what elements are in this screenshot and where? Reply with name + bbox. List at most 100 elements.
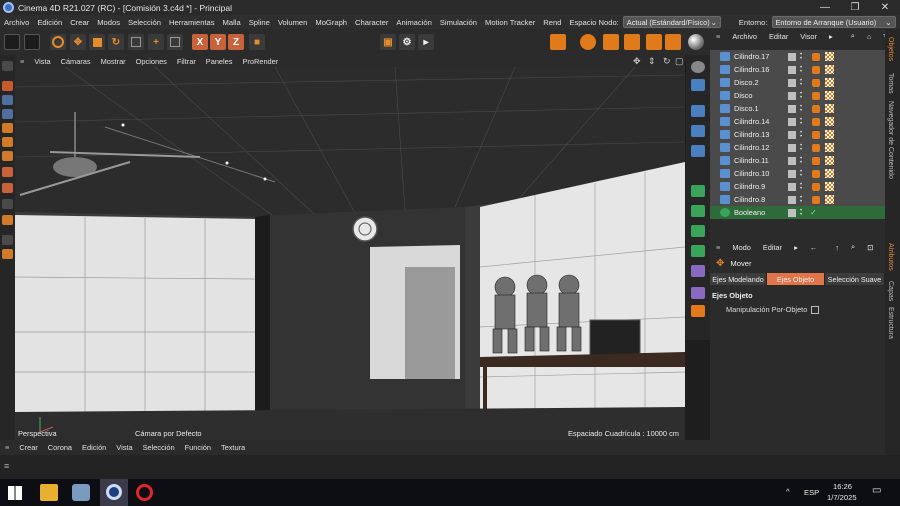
notification-icon[interactable]: ▭	[872, 485, 881, 496]
z-axis-button[interactable]: Z	[228, 34, 244, 50]
lock-icon[interactable]: ⊡	[861, 243, 879, 252]
visibility-icon[interactable]	[788, 52, 796, 61]
material-menu-crear[interactable]: Crear	[14, 443, 42, 452]
visibility-icon[interactable]	[788, 169, 796, 178]
layer-dots-icon[interactable]: • •	[800, 182, 806, 192]
menu-animacion[interactable]: Animación	[392, 18, 435, 27]
world-coordinates-icon[interactable]: ■	[249, 34, 265, 50]
material-tag-icon[interactable]	[812, 91, 820, 100]
menu-archivo[interactable]: Archivo	[0, 18, 33, 27]
visibility-icon[interactable]	[788, 143, 796, 152]
tweak-mode-icon[interactable]	[2, 183, 13, 193]
layer-dots-icon[interactable]: • •	[800, 156, 806, 166]
menu-spline[interactable]: Spline	[245, 18, 274, 27]
material-tag-icon[interactable]	[812, 65, 820, 74]
material-menu-funcion[interactable]: Función	[180, 443, 216, 452]
cube-object-icon[interactable]	[550, 34, 566, 50]
subdivision-icon[interactable]	[580, 34, 596, 50]
visibility-icon[interactable]	[788, 78, 796, 87]
tab-atributos[interactable]: Atributos	[887, 243, 894, 271]
viewport-move-icon[interactable]: ✥	[633, 56, 641, 67]
arrow-right-icon[interactable]: ▸	[823, 32, 839, 41]
home-icon[interactable]: ⌂	[861, 32, 877, 41]
menu-render[interactable]: Rend	[539, 18, 565, 27]
grid-icon[interactable]	[691, 125, 705, 137]
layer-dots-icon[interactable]: • •	[800, 78, 806, 88]
viewport-menu-mostrar[interactable]: Mostrar	[96, 57, 131, 66]
per-object-manipulation-checkbox[interactable]	[811, 305, 820, 314]
clock-time[interactable]: 16:26	[833, 482, 852, 491]
opera-icon[interactable]	[136, 484, 153, 501]
tab-seleccion-suave[interactable]: Selección Suave	[825, 273, 885, 285]
render-view-icon[interactable]: ▣	[380, 34, 396, 50]
null-object-icon[interactable]	[691, 79, 705, 91]
paint-icon[interactable]	[72, 484, 90, 501]
visibility-icon[interactable]	[788, 195, 796, 204]
checker-tag-icon[interactable]	[825, 169, 834, 178]
menu-motion-tracker[interactable]: Motion Tracker	[481, 18, 539, 27]
viewport-menu-vista[interactable]: Vista	[29, 57, 55, 66]
tab-navegador-contenido[interactable]: Navegador de Contenido	[887, 101, 894, 179]
workplane-icon[interactable]	[2, 109, 13, 119]
object-row[interactable]: Disco.2 • •	[710, 76, 885, 89]
object-menu-archivo[interactable]: Archivo	[726, 32, 763, 41]
3d-viewport[interactable]: Perspectiva Cámara por Defecto Espaciado…	[15, 67, 685, 440]
edges-mode-icon[interactable]	[2, 137, 13, 147]
object-row[interactable]: Cilindro.16 • •	[710, 63, 885, 76]
search-icon[interactable]: ⌕	[845, 242, 861, 252]
menu-mograph[interactable]: MoGraph	[311, 18, 351, 27]
material-menu-corona[interactable]: Corona	[43, 443, 77, 452]
sky-icon[interactable]	[646, 34, 662, 50]
material-tag-icon[interactable]	[812, 156, 820, 165]
object-menu-visor[interactable]: Visor	[794, 32, 823, 41]
checker-tag-icon[interactable]	[825, 195, 834, 204]
cloner-icon[interactable]	[691, 245, 705, 257]
object-menu-editar[interactable]: Editar	[763, 32, 794, 41]
viewport-menu-opciones[interactable]: Opciones	[131, 57, 172, 66]
model-mode-icon[interactable]	[2, 81, 13, 91]
environment-select[interactable]: Entorno de Arranque (Usuario) ⌄	[771, 16, 896, 28]
object-row[interactable]: Disco • •	[710, 89, 885, 102]
layer-dots-icon[interactable]: • •	[800, 169, 806, 179]
visibility-icon[interactable]	[788, 104, 796, 113]
material-tag-icon[interactable]	[812, 195, 820, 204]
material-tag-icon[interactable]	[812, 182, 820, 191]
material-menu-seleccion[interactable]: Selección	[138, 443, 180, 452]
material-menu-textura[interactable]: Textura	[216, 443, 250, 452]
object-row[interactable]: Cilindro.9 • •	[710, 180, 885, 193]
tab-ejes-objeto[interactable]: Ejes Objeto	[767, 273, 825, 285]
layer-dots-icon[interactable]: • •	[800, 208, 806, 218]
axis-mode-icon[interactable]	[2, 167, 13, 177]
polygons-mode-icon[interactable]	[2, 151, 13, 161]
checker-tag-icon[interactable]	[825, 52, 834, 61]
menu-edicion[interactable]: Edición	[33, 18, 66, 27]
checker-tag-icon[interactable]	[825, 65, 834, 74]
material-tag-icon[interactable]	[812, 104, 820, 113]
deformer-object-icon[interactable]	[691, 265, 705, 277]
menu-seleccion[interactable]: Selección	[124, 18, 165, 27]
arrow-right-icon[interactable]: ▸	[788, 243, 804, 252]
menu-volumen[interactable]: Volumen	[274, 18, 312, 27]
object-row[interactable]: Cilindro.13 • •	[710, 128, 885, 141]
move-icon[interactable]: ✥	[70, 34, 86, 50]
layer-dots-icon[interactable]: • •	[800, 117, 806, 127]
rotate-icon[interactable]: ↻	[108, 34, 124, 50]
light-icon[interactable]	[624, 34, 640, 50]
material-menu-vista[interactable]: Vista	[111, 443, 137, 452]
layer-dots-icon[interactable]: • •	[800, 130, 806, 140]
material-tag-icon[interactable]	[812, 143, 820, 152]
symmetry-object-icon[interactable]	[691, 225, 705, 237]
layer-dots-icon[interactable]: • •	[800, 195, 806, 205]
menu-malla[interactable]: Malla	[219, 18, 245, 27]
snap-icon[interactable]	[2, 215, 13, 225]
node-space-select[interactable]: Actual (Estándard/Físico) ⌄	[622, 16, 721, 28]
cube-icon[interactable]	[691, 105, 705, 117]
object-row[interactable]: Cilindro.8 • •	[710, 193, 885, 206]
material-tag-icon[interactable]	[812, 117, 820, 126]
figure-icon[interactable]	[691, 145, 705, 157]
generator-icon[interactable]	[691, 185, 705, 197]
viewport-rotate-icon[interactable]: ↻	[663, 56, 671, 67]
symmetry-icon[interactable]	[2, 249, 13, 259]
viewport-menu-camaras[interactable]: Cámaras	[56, 57, 96, 66]
checker-tag-icon[interactable]	[825, 130, 834, 139]
